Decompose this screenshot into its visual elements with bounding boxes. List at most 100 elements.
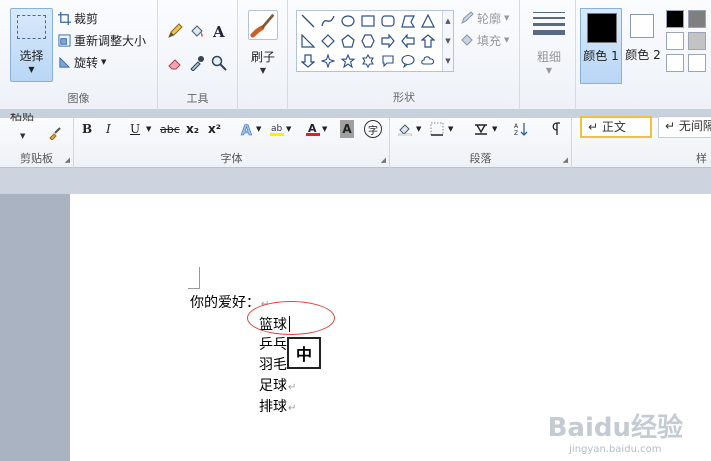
color-picker-tool[interactable]: [188, 54, 206, 72]
hexagon-shape[interactable]: [359, 32, 377, 50]
strikethrough-button[interactable]: abc: [160, 120, 180, 138]
sort-icon: AZ: [514, 123, 528, 136]
show-formatting-button[interactable]: [548, 120, 562, 138]
polygon-shape[interactable]: [399, 12, 417, 30]
dialog-launcher-icon[interactable]: ◢: [65, 156, 70, 164]
dialog-launcher-icon[interactable]: ◢: [381, 156, 386, 164]
chevron-down-icon[interactable]: ▼: [286, 120, 291, 138]
rounded-rectangle-icon: [381, 15, 395, 27]
text-effects-button[interactable]: A: [240, 120, 254, 138]
select-button[interactable]: 选择 ▼: [10, 8, 53, 82]
five-point-star-shape[interactable]: [339, 52, 357, 70]
right-triangle-shape[interactable]: [299, 32, 317, 50]
borders-button[interactable]: [430, 120, 444, 138]
chinese-layout-icon: [475, 124, 487, 135]
chevron-down-icon[interactable]: ▼: [416, 120, 421, 138]
rounded-callout-shape[interactable]: [379, 52, 397, 70]
watermark-brand: Baidu经验: [547, 413, 683, 443]
brush-icon: [248, 10, 278, 40]
cloud-callout-shape[interactable]: [419, 52, 437, 70]
rounded-rectangle-shape[interactable]: [379, 12, 397, 30]
enclose-characters-button[interactable]: 字: [364, 120, 382, 138]
color1-button[interactable]: 颜色 1: [580, 8, 622, 84]
fill-button[interactable]: 填充 ▼: [460, 31, 509, 49]
diamond-shape[interactable]: [319, 32, 337, 50]
character-shading-button[interactable]: A: [340, 120, 354, 138]
chevron-down-icon[interactable]: ▼: [20, 132, 25, 140]
palette-color-swatch[interactable]: [666, 32, 684, 50]
color2-label: 颜色 2: [625, 48, 661, 62]
font-color-button[interactable]: A: [306, 120, 320, 138]
chevron-down-icon[interactable]: ▼: [146, 120, 151, 138]
magnifier-tool[interactable]: [210, 54, 228, 72]
left-arrow-shape[interactable]: [399, 32, 417, 50]
highlight-button[interactable]: ab: [270, 120, 284, 138]
shapes-scrollbar[interactable]: ▲ ▼ ▼: [442, 11, 453, 71]
shapes-gallery[interactable]: ▲ ▼ ▼: [296, 10, 454, 72]
crop-button[interactable]: 裁剪: [58, 9, 98, 27]
curve-shape[interactable]: [319, 12, 337, 30]
resize-button[interactable]: 重新调整大小: [58, 31, 146, 49]
outline-button[interactable]: 轮廓 ▼: [460, 9, 509, 27]
chevron-down-icon[interactable]: ▼: [492, 120, 497, 138]
fill-tool[interactable]: [188, 22, 206, 40]
document-page[interactable]: 你的爱好：↵ 篮球 乒乓 羽毛↵ 足球↵ 排球↵ 中 Baidu经验 jingy…: [70, 194, 711, 461]
four-point-star-shape[interactable]: [319, 52, 337, 70]
style-no-spacing[interactable]: ↵ 无间隔: [658, 116, 711, 138]
pentagon-shape[interactable]: [339, 32, 357, 50]
expand-gallery-icon[interactable]: ▼: [443, 51, 453, 71]
chevron-down-icon[interactable]: ▼: [448, 120, 453, 138]
six-point-star-shape[interactable]: [359, 52, 377, 70]
svg-text:A: A: [514, 123, 519, 130]
ime-mode-indicator[interactable]: 中: [287, 337, 321, 369]
shapes-group-label: 形状: [393, 91, 415, 104]
underline-button[interactable]: U: [130, 120, 140, 138]
eraser-icon: [168, 59, 181, 70]
option-line[interactable]: 足球↵: [259, 375, 296, 395]
format-painter-button[interactable]: [48, 124, 62, 142]
paste-label[interactable]: 粘贴: [10, 113, 34, 123]
palette-color-swatch[interactable]: [666, 54, 684, 72]
right-arrow-shape[interactable]: [379, 32, 397, 50]
triangle-shape[interactable]: [419, 12, 437, 30]
rectangle-shape[interactable]: [359, 12, 377, 30]
shading-button[interactable]: [398, 120, 412, 138]
six-point-star-icon: [362, 54, 374, 68]
option-line[interactable]: 排球↵: [259, 396, 296, 416]
palette-color-swatch[interactable]: [688, 10, 706, 28]
superscript-button[interactable]: x²: [208, 120, 221, 138]
size-button[interactable]: 粗细 ▼: [527, 8, 571, 82]
pencil-tool[interactable]: [166, 22, 184, 40]
tools-group: A 工具: [158, 0, 238, 110]
palette-color-swatch[interactable]: [688, 54, 706, 72]
up-arrow-shape[interactable]: [419, 32, 437, 50]
chinese-layout-button[interactable]: [474, 120, 488, 138]
option-line[interactable]: 乒乓: [259, 334, 287, 354]
bold-button[interactable]: B: [82, 120, 92, 138]
curve-icon: [321, 15, 335, 27]
oval-callout-shape[interactable]: [399, 52, 417, 70]
sort-button[interactable]: AZ: [514, 120, 528, 138]
color2-button[interactable]: 颜色 2: [624, 8, 662, 84]
italic-button[interactable]: I: [106, 120, 111, 138]
text-caret: [289, 316, 290, 332]
chevron-down-icon[interactable]: ▼: [322, 120, 327, 138]
line-weight-icon: [533, 12, 565, 39]
style-normal[interactable]: ↵ 正文: [580, 116, 652, 138]
brush-button[interactable]: 刷子 ▼: [244, 8, 282, 82]
palette-color-swatch[interactable]: [688, 32, 706, 50]
underline-label: U: [130, 122, 141, 136]
palette-color-swatch[interactable]: [666, 10, 684, 28]
scroll-down-icon[interactable]: ▼: [443, 31, 453, 51]
dialog-launcher-icon[interactable]: ◢: [563, 156, 568, 164]
chevron-down-icon[interactable]: ▼: [256, 120, 261, 138]
oval-shape[interactable]: [339, 12, 357, 30]
pencil-icon: [168, 23, 183, 38]
eraser-tool[interactable]: [166, 54, 184, 72]
down-arrow-shape[interactable]: [299, 52, 317, 70]
scroll-up-icon[interactable]: ▲: [443, 11, 453, 31]
line-shape[interactable]: [299, 12, 317, 30]
text-tool[interactable]: A: [210, 22, 228, 40]
rotate-button[interactable]: 旋转 ▼: [58, 53, 106, 71]
subscript-button[interactable]: x₂: [186, 120, 199, 138]
